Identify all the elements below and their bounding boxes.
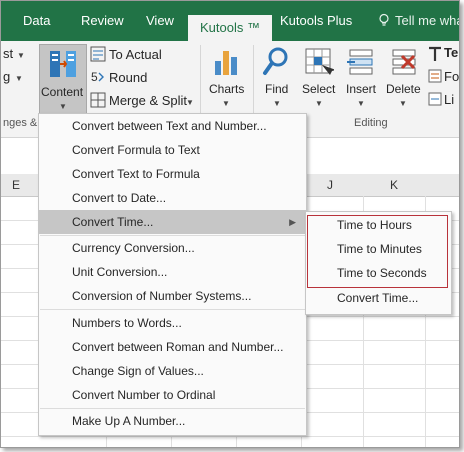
chevron-down-icon: ▼ [186,98,194,107]
group-editing-label: Editing [354,117,388,129]
content-label: Content [41,85,84,99]
chevron-down-icon: ▼ [399,99,407,108]
to-actual-icon [90,46,106,62]
column-header-j[interactable]: J [301,174,359,196]
menu-item-convert-to-date[interactable]: Convert to Date... [39,186,306,210]
clipped-ribbon-item-1[interactable]: st [3,46,13,61]
convert-time-submenu: Time to Hours Time to Minutes Time to Se… [305,211,452,315]
menu-separator [40,309,305,310]
submenu-item-time-to-seconds[interactable]: Time to Seconds [306,261,451,285]
format-tools-clipped[interactable]: Fo [444,69,459,84]
menu-item-numbers-to-words[interactable]: Numbers to Words... [39,311,306,335]
chevron-down-icon: ▼ [17,51,25,60]
link-icon [428,92,442,106]
text-icon [429,46,441,61]
menu-item-convert-time[interactable]: Convert Time... ▶ [39,210,306,234]
tab-kutools-plus[interactable]: Kutools Plus [280,1,352,41]
svg-text:5: 5 [91,70,98,84]
menu-item-convert-text-to-formula[interactable]: Convert Text to Formula [39,162,306,186]
column-header-k[interactable]: K [363,174,425,196]
menu-item-convert-formula-to-text[interactable]: Convert Formula to Text [39,138,306,162]
chevron-down-icon: ▼ [15,74,23,83]
menu-item-make-up-number[interactable]: Make Up A Number... [39,409,306,433]
submenu-item-time-to-hours[interactable]: Time to Hours [306,213,451,237]
tell-me-search[interactable]: Tell me wha [377,1,460,41]
lightbulb-icon [379,13,389,26]
insert-button[interactable]: Insert [346,82,376,96]
chevron-down-icon: ▼ [222,99,230,108]
excel-window: Data Review View Kutools ™ Kutools Plus … [0,0,460,448]
content-dropdown-menu: Convert between Text and Number... Conve… [38,113,307,436]
insert-icon [347,49,373,75]
find-button[interactable]: Find [265,82,288,96]
charts-icon [215,51,237,75]
charts-button[interactable]: Charts [209,82,244,96]
content-icon [50,51,76,77]
round-button[interactable]: Round [109,70,147,85]
text-tools-clipped[interactable]: Te [444,45,458,60]
menu-item-currency-conversion[interactable]: Currency Conversion... [39,236,306,260]
tab-kutools[interactable]: Kutools ™ [188,15,272,41]
menu-item-unit-conversion[interactable]: Unit Conversion... [39,260,306,284]
ribbon-tab-bar: Data Review View Kutools ™ Kutools Plus … [1,1,459,41]
tab-view[interactable]: View [146,1,174,41]
tab-data[interactable]: Data [23,1,50,41]
menu-item-change-sign[interactable]: Change Sign of Values... [39,359,306,383]
tell-me-text: Tell me wha [395,13,460,28]
submenu-item-time-to-minutes[interactable]: Time to Minutes [306,237,451,261]
menu-item-convert-text-number[interactable]: Convert between Text and Number... [39,114,306,138]
menu-item-convert-time-label: Convert Time... [72,215,154,229]
group-ranges-label: nges & [3,117,38,129]
menu-item-number-systems[interactable]: Conversion of Number Systems... [39,284,306,308]
link-tools-clipped[interactable]: Li [444,92,454,107]
content-button[interactable]: Content ▼ [39,44,87,116]
select-button[interactable]: Select [302,82,335,96]
format-icon [428,69,442,83]
delete-button[interactable]: Delete [386,82,421,96]
chevron-down-icon: ▼ [357,99,365,108]
column-header-e[interactable]: E [1,174,31,196]
merge-split-icon [90,92,106,108]
submenu-item-convert-time[interactable]: Convert Time... [306,286,451,310]
tab-review[interactable]: Review [81,1,124,41]
delete-icon [392,49,416,75]
magnifier-icon [263,47,288,75]
gridline [1,436,459,437]
menu-item-roman-number[interactable]: Convert between Roman and Number... [39,335,306,359]
merge-split-button[interactable]: Merge & Split [109,93,187,108]
chevron-down-icon: ▼ [315,99,323,108]
chevron-right-icon: ▶ [289,217,296,227]
clipped-ribbon-item-2[interactable]: g [3,69,10,84]
round-icon: 5 [91,70,104,84]
select-icon [305,48,334,75]
menu-item-number-to-ordinal[interactable]: Convert Number to Ordinal [39,383,306,407]
chevron-down-icon: ▼ [273,99,281,108]
chevron-down-icon: ▼ [59,102,67,111]
to-actual-button[interactable]: To Actual [109,47,162,62]
